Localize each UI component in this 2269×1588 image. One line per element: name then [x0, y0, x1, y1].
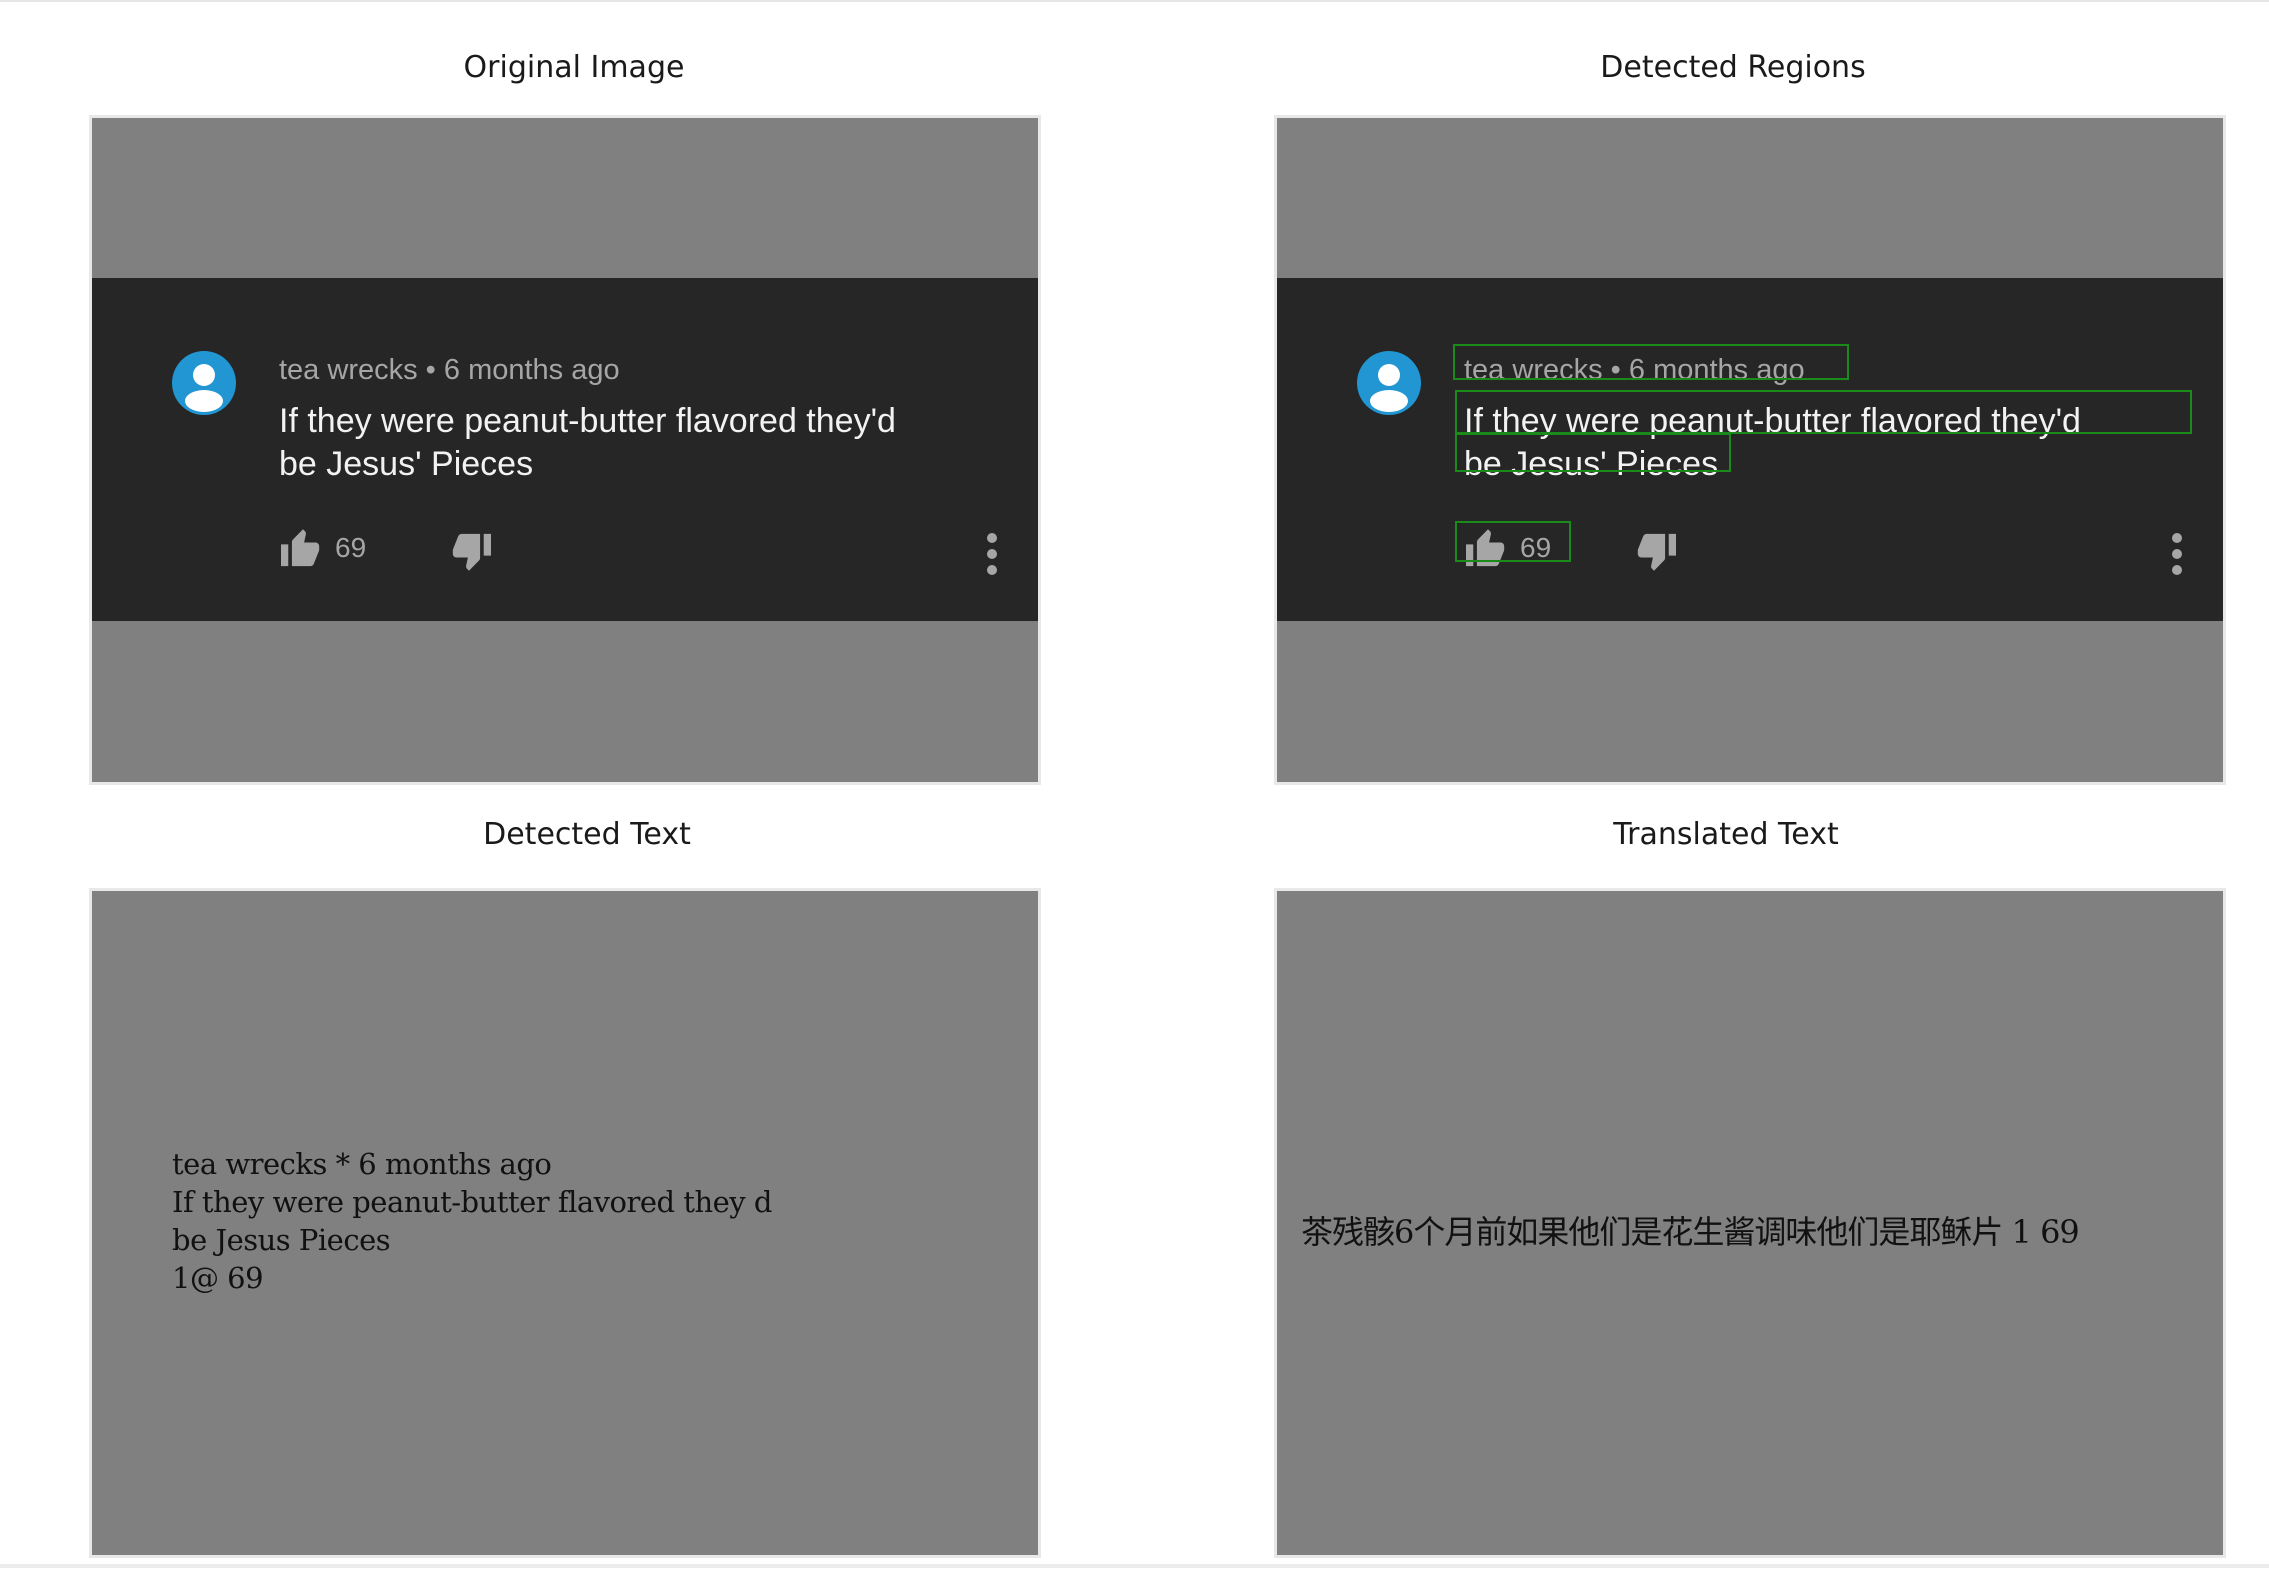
- more-vertical-icon[interactable]: [2169, 532, 2185, 576]
- thumbs-down-icon[interactable]: [449, 532, 493, 572]
- comment-author: tea wrecks: [279, 354, 418, 386]
- more-vertical-icon[interactable]: [984, 532, 1000, 576]
- panel-title-translated-text: Translated Text: [1613, 817, 1839, 852]
- ocr-text-block: tea wrecks * 6 months ago If they were p…: [172, 1145, 772, 1297]
- comment-text: If they were peanut-butter flavored they…: [279, 400, 896, 486]
- ocr-line: 1@ 69: [172, 1261, 264, 1295]
- meta-separator: •: [425, 354, 436, 386]
- panel-title-detected-regions: Detected Regions: [1600, 50, 1866, 85]
- ocr-line: be Jesus Pieces: [172, 1223, 391, 1257]
- ocr-line: If they were peanut-butter flavored they…: [172, 1185, 772, 1219]
- ocr-line: tea wrecks * 6 months ago: [172, 1147, 552, 1181]
- user-avatar-icon: [1357, 351, 1421, 415]
- detection-box-meta: [1453, 344, 1849, 380]
- translated-text: 茶残骸6个月前如果他们是花生酱调味他们是耶稣片 1 69: [1301, 1213, 2080, 1251]
- comment-line: be Jesus' Pieces: [279, 445, 534, 483]
- detection-box-likes: [1455, 521, 1571, 562]
- comment-line: If they were peanut-butter flavored they…: [279, 402, 896, 440]
- comment-time: 6 months ago: [443, 354, 620, 386]
- thumbs-up-icon[interactable]: [279, 528, 323, 568]
- detection-box-line-2: [1455, 433, 1731, 472]
- translated-text-panel: 茶残骸6个月前如果他们是花生酱调味他们是耶稣片 1 69: [1274, 888, 2226, 1558]
- panel-title-original: Original Image: [463, 50, 685, 85]
- user-avatar-icon: [172, 351, 236, 415]
- top-divider: [0, 0, 2269, 2]
- comment-card: tea wrecks • 6 months ago If they were p…: [1277, 278, 2223, 621]
- comment-card: tea wrecks • 6 months ago If they were p…: [92, 278, 1038, 621]
- thumbs-down-icon[interactable]: [1634, 532, 1678, 572]
- detection-box-line-1: [1455, 390, 2192, 434]
- like-count: 69: [335, 532, 367, 563]
- detected-regions-panel: tea wrecks • 6 months ago If they were p…: [1274, 115, 2226, 785]
- bottom-divider: [0, 1564, 2269, 1568]
- panel-title-detected-text: Detected Text: [483, 817, 691, 852]
- detected-text-panel: tea wrecks * 6 months ago If they were p…: [89, 888, 1041, 1558]
- comment-meta: tea wrecks • 6 months ago: [279, 352, 620, 388]
- original-image-panel: tea wrecks • 6 months ago If they were p…: [89, 115, 1041, 785]
